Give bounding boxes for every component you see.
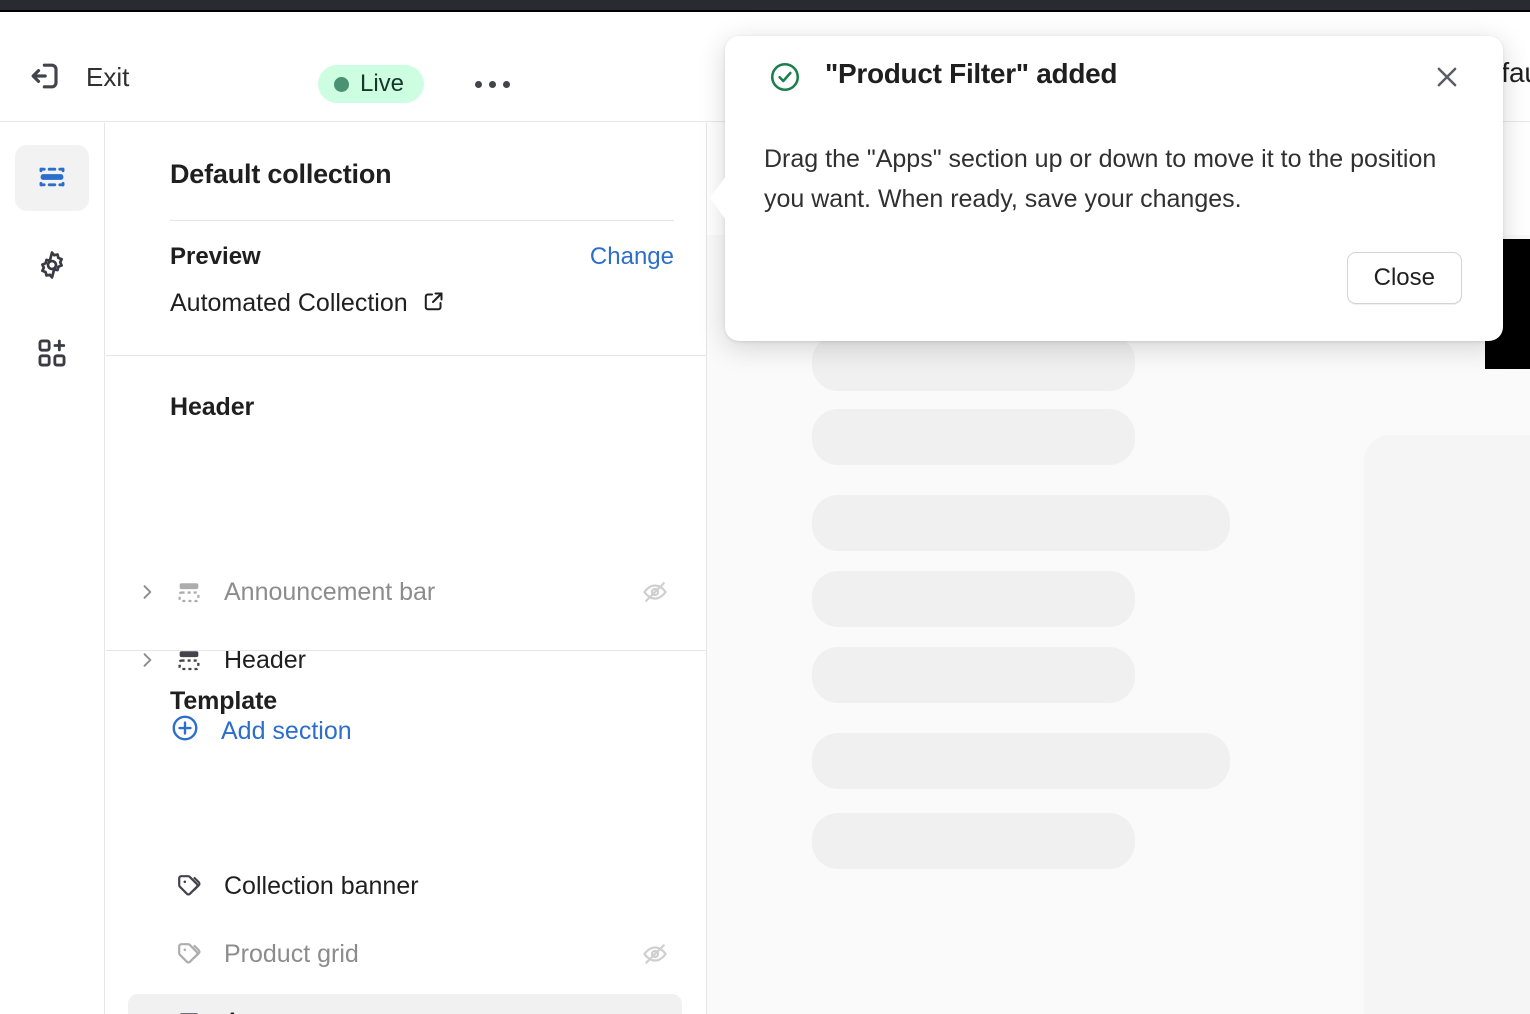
apps-add-icon <box>35 336 69 373</box>
sidebar-item-settings[interactable] <box>15 233 89 299</box>
preview-skeleton-bar <box>812 335 1135 391</box>
preview-skeleton-bar <box>812 409 1135 465</box>
preview-skeleton-bar <box>812 571 1135 627</box>
exit-icon <box>26 56 66 99</box>
sections-icon <box>35 160 69 197</box>
sections-panel: Default collection Preview Change Automa… <box>106 123 707 1014</box>
panel-divider <box>106 355 707 356</box>
group-heading-header: Header <box>170 393 254 422</box>
section-row-apps[interactable]: Apps <box>128 994 682 1014</box>
title-divider <box>170 220 674 221</box>
live-dot-icon <box>334 77 349 92</box>
preview-label: Preview <box>170 243 261 271</box>
os-titlebar <box>0 0 1530 12</box>
status-badge[interactable]: Live <box>318 65 424 103</box>
plus-circle-icon <box>170 713 200 750</box>
section-row[interactable]: Announcement bar <box>128 564 682 620</box>
eye-off-icon[interactable] <box>640 940 670 968</box>
section-label: Collection banner <box>224 872 419 901</box>
preview-skeleton-bar <box>812 495 1230 551</box>
change-preview-link[interactable]: Change <box>590 243 674 271</box>
check-circle-icon <box>768 60 802 94</box>
ellipsis-icon <box>503 81 510 88</box>
eye-off-icon[interactable] <box>640 578 670 606</box>
section-row[interactable]: Product grid <box>128 926 682 982</box>
preview-row: Preview Change <box>170 243 674 271</box>
section-row[interactable]: Collection banner <box>128 858 682 914</box>
editor-icon-rail <box>0 123 105 1014</box>
tag-icon <box>166 940 212 968</box>
theme-editor-window: Exit Live efault <box>0 0 1530 1014</box>
external-link-icon[interactable] <box>422 289 446 318</box>
chevron-right-icon[interactable] <box>128 650 166 670</box>
panel-divider <box>106 650 707 651</box>
product-filter-added-modal: "Product Filter" added Drag the "Apps" s… <box>725 36 1503 341</box>
exit-label: Exit <box>86 62 129 93</box>
preview-skeleton-bar <box>812 647 1135 703</box>
section-label: Announcement bar <box>224 578 435 607</box>
close-button[interactable]: Close <box>1347 252 1462 304</box>
section-icon <box>166 1008 212 1014</box>
preview-skeleton-bar <box>812 813 1135 869</box>
add-section-button-header[interactable]: Add section <box>170 713 352 750</box>
add-section-label: Add section <box>221 717 352 746</box>
page-title: Default collection <box>170 159 391 190</box>
sidebar-item-sections[interactable] <box>15 145 89 211</box>
preview-value: Automated Collection <box>170 289 408 318</box>
preview-value-row[interactable]: Automated Collection <box>170 289 446 318</box>
preview-skeleton-bar <box>812 733 1230 789</box>
more-menu-button[interactable] <box>468 66 516 102</box>
modal-body-text: Drag the "Apps" section up or down to mo… <box>764 139 1454 219</box>
section-row[interactable]: Header <box>128 632 682 688</box>
section-label: Product grid <box>224 940 359 969</box>
tag-icon <box>166 872 212 900</box>
modal-title: "Product Filter" added <box>825 58 1117 90</box>
exit-button[interactable]: Exit <box>26 56 129 99</box>
close-icon[interactable] <box>1429 59 1465 95</box>
modal-pointer <box>710 176 726 220</box>
ellipsis-icon <box>489 81 496 88</box>
section-icon <box>166 578 212 606</box>
sidebar-item-apps[interactable] <box>15 321 89 387</box>
ellipsis-icon <box>475 81 482 88</box>
section-label: Apps <box>224 1008 281 1014</box>
chevron-right-icon[interactable] <box>128 582 166 602</box>
preview-placeholder-card <box>1364 435 1530 1014</box>
group-heading-template: Template <box>170 687 277 716</box>
status-badge-label: Live <box>360 70 404 98</box>
gear-icon <box>35 248 69 285</box>
